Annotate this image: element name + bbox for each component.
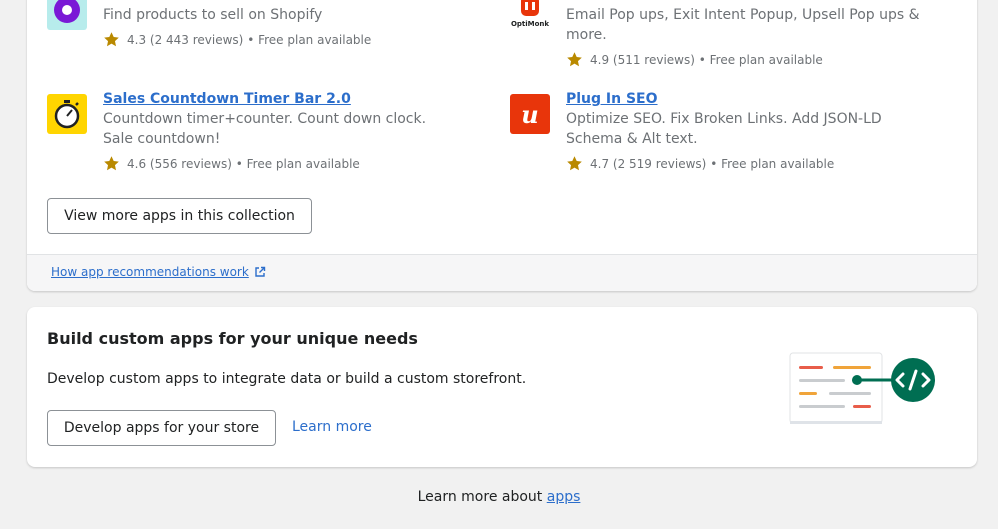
app-recommendations-card: Find products to sell on Shopify 4.3 (2 … (27, 0, 977, 291)
optimonk-logo-text: OptiMonk (511, 20, 549, 28)
star-icon (567, 156, 582, 171)
custom-apps-title: Build custom apps for your unique needs (47, 329, 418, 348)
rating-separator: • (706, 156, 722, 171)
apps-link[interactable]: apps (547, 489, 581, 505)
rating-text: 4.9 (511 reviews) (590, 52, 695, 67)
app-rating: 4.3 (2 443 reviews) • Free plan availabl… (103, 31, 371, 48)
how-recommendations-work-link[interactable]: How app recommendations work (51, 265, 266, 279)
view-more-apps-button[interactable]: View more apps in this collection (47, 198, 312, 234)
app-description: Optimize SEO. Fix Broken Links. Add JSON… (566, 111, 882, 147)
rating-separator: • (694, 52, 710, 67)
custom-apps-card: Build custom apps for your unique needs … (27, 307, 977, 467)
rating-text: 4.7 (2 519 reviews) (590, 156, 707, 171)
app-rating: 4.6 (556 reviews) • Free plan available (103, 155, 360, 172)
star-icon (104, 32, 119, 47)
stopwatch-icon (47, 94, 87, 134)
optimonk-logo: OptiMonk (510, 0, 550, 30)
plan-text: Free plan available (709, 52, 823, 67)
develop-apps-button[interactable]: Develop apps for your store (47, 410, 276, 446)
rating-text: 4.3 (2 443 reviews) (127, 32, 244, 47)
recommendations-footer: How app recommendations work (27, 254, 977, 291)
plug-in-seo-logo: u (510, 94, 550, 134)
app-name-link[interactable]: Plug In SEO (566, 91, 658, 107)
rating-separator: • (243, 32, 259, 47)
learn-more-link[interactable]: Learn more (292, 419, 372, 435)
rating-text: 4.6 (556 reviews) (127, 156, 232, 171)
app-description: Email Pop ups, Exit Intent Popup, Upsell… (566, 7, 920, 43)
custom-code-illustration (789, 352, 935, 424)
star-icon (567, 52, 582, 67)
learn-more-footer: Learn more about apps (0, 489, 998, 505)
rating-separator: • (231, 156, 247, 171)
plan-text: Free plan available (258, 32, 372, 47)
app-description: Countdown timer+counter. Count down cloc… (103, 111, 427, 147)
plug-in-seo-logo-text: u (521, 100, 538, 129)
plan-text: Free plan available (246, 156, 360, 171)
app-description: Find products to sell on Shopify (103, 7, 323, 23)
footer-prefix: Learn more about (417, 489, 547, 505)
star-icon (104, 156, 119, 171)
custom-apps-description: Develop custom apps to integrate data or… (47, 371, 527, 387)
how-recommendations-work-label: How app recommendations work (51, 265, 249, 279)
plan-text: Free plan available (721, 156, 835, 171)
app-name-link[interactable]: Sales Countdown Timer Bar 2.0 (103, 91, 351, 107)
external-link-icon (255, 266, 266, 277)
purple-circle-icon (47, 0, 87, 30)
app-rating: 4.9 (511 reviews) • Free plan available (566, 51, 823, 68)
app-rating: 4.7 (2 519 reviews) • Free plan availabl… (566, 155, 834, 172)
